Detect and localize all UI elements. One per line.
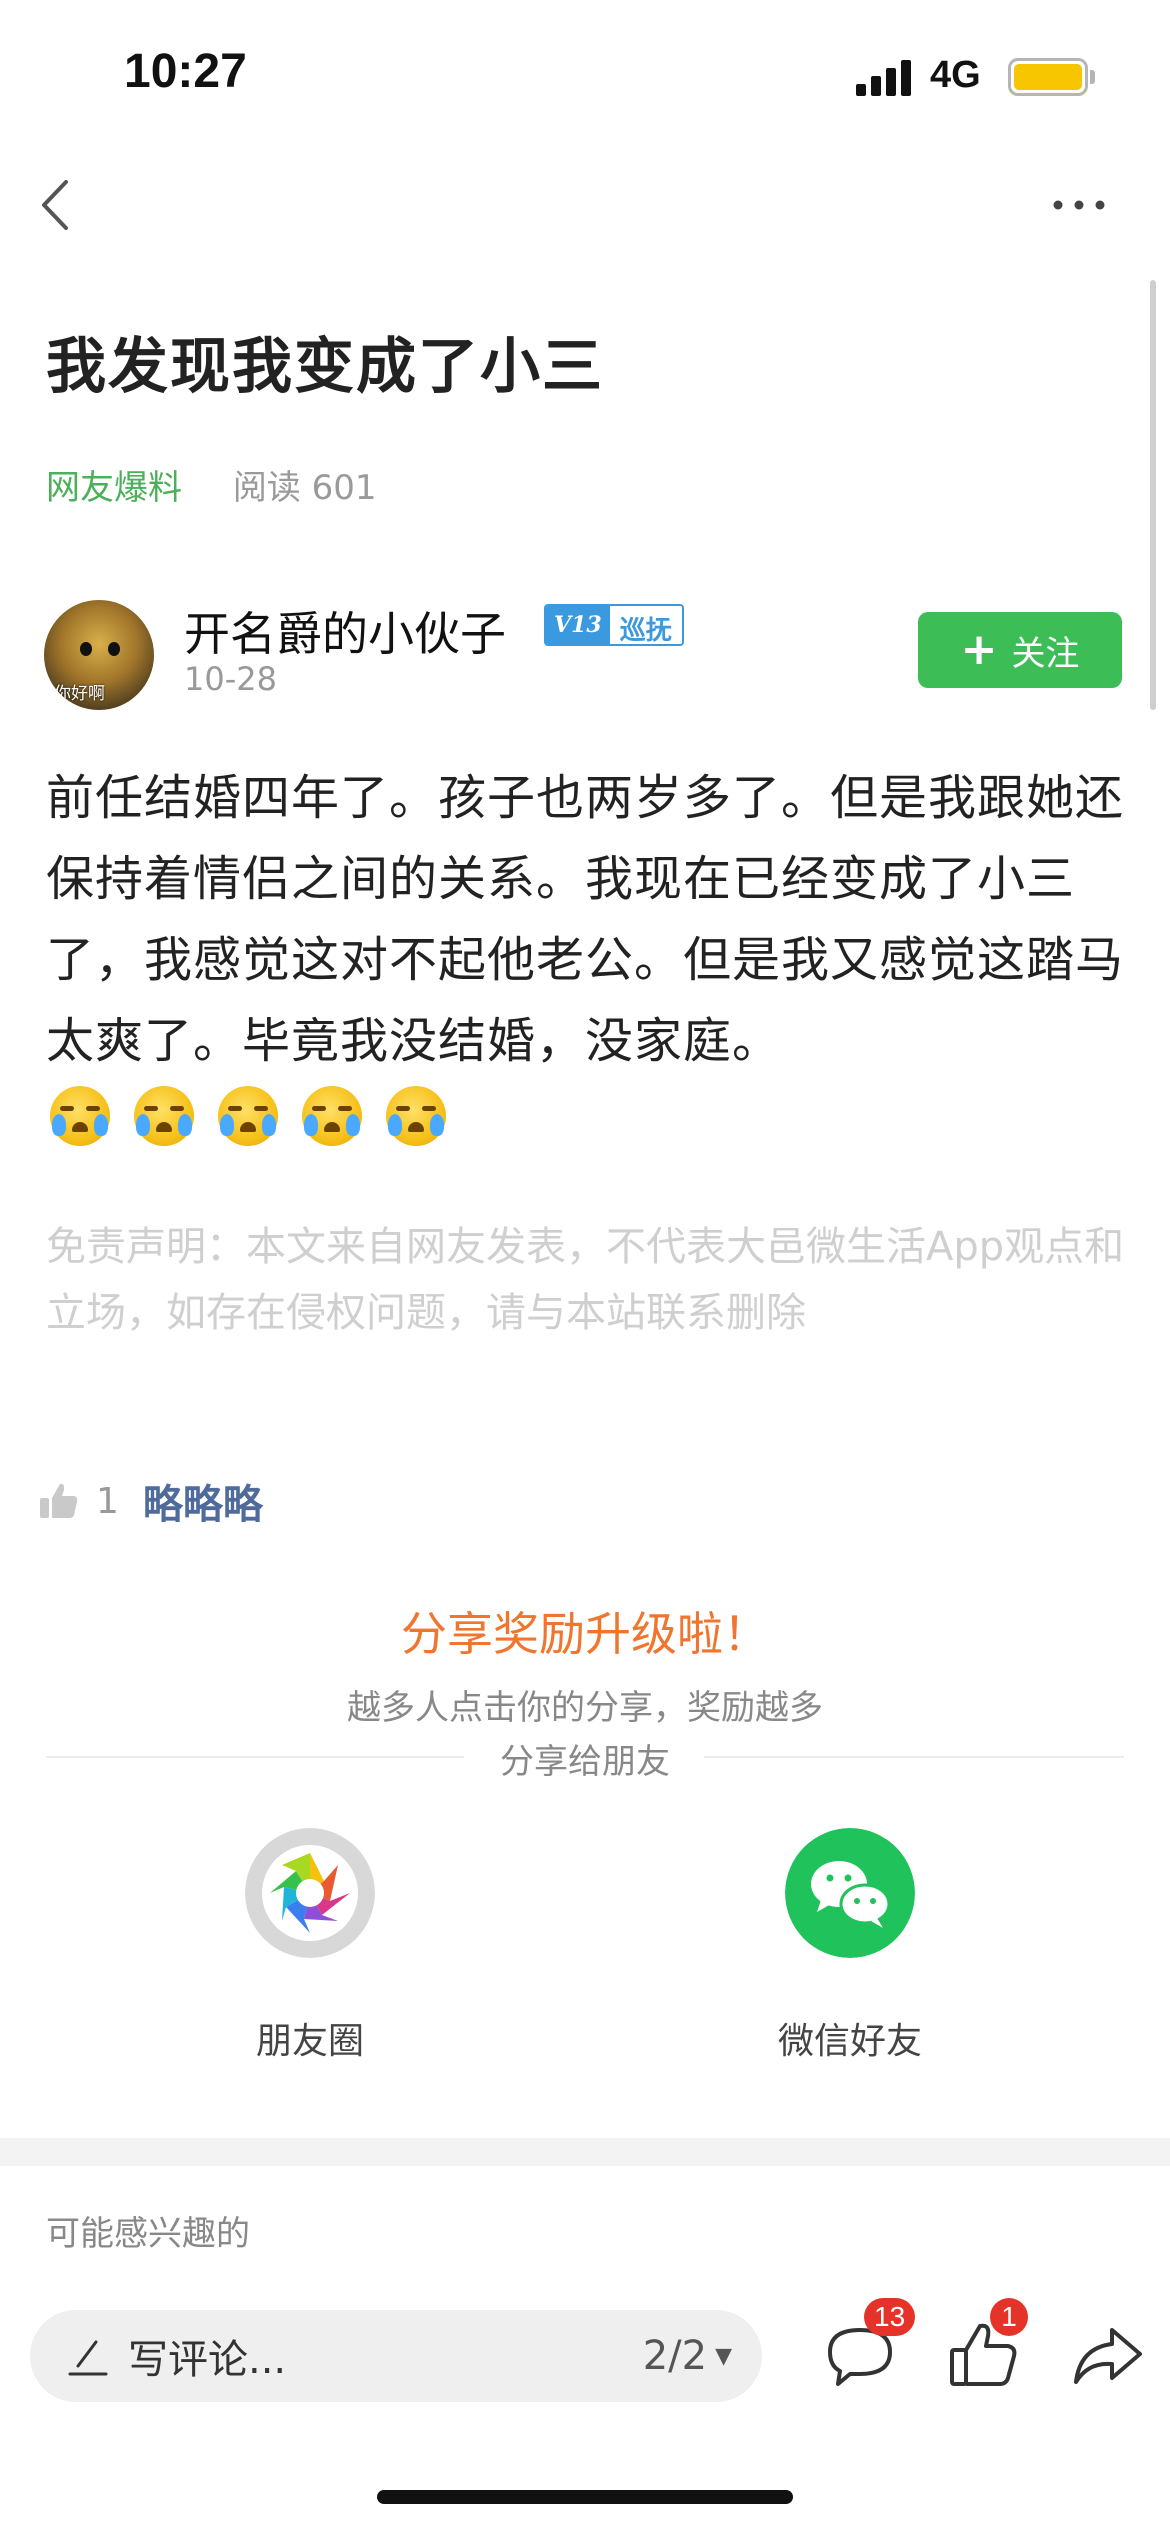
share-wechat-button[interactable]: 微信好友 bbox=[750, 1828, 950, 2064]
emoji-row bbox=[50, 1086, 446, 1146]
crying-laughing-emoji bbox=[386, 1086, 446, 1146]
share-subtitle: 越多人点击你的分享，奖励越多 bbox=[347, 1688, 823, 1728]
network-label: 4G bbox=[930, 54, 981, 96]
level-badge: V13 巡抚 bbox=[544, 604, 684, 646]
more-dots-icon bbox=[1053, 200, 1105, 210]
comment-input[interactable]: 写评论... 2/2 ▼ bbox=[30, 2310, 762, 2402]
comments-count-badge: 13 bbox=[864, 2298, 916, 2336]
chevron-left-icon bbox=[42, 180, 68, 230]
section-separator bbox=[0, 2138, 1170, 2166]
share-moments-button[interactable]: 朋友圈 bbox=[210, 1828, 410, 2064]
avatar[interactable]: 你好啊 bbox=[44, 600, 154, 710]
share-to-friends-label: 分享给朋友 bbox=[500, 1742, 670, 1782]
page-indicator[interactable]: 2/2 bbox=[643, 2333, 707, 2379]
related-section-title: 可能感兴趣的 bbox=[46, 2214, 250, 2254]
likes-count-badge: 1 bbox=[990, 2298, 1028, 2336]
signal-icon bbox=[856, 60, 914, 96]
crying-laughing-emoji bbox=[134, 1086, 194, 1146]
scrollbar[interactable] bbox=[1150, 280, 1156, 710]
level-badge-title: 巡抚 bbox=[609, 606, 682, 644]
like-count: 1 bbox=[96, 1480, 119, 1522]
author-name[interactable]: 开名爵的小伙子 bbox=[184, 598, 506, 664]
article-meta: 网友爆料 阅读 601 bbox=[46, 460, 377, 509]
disclaimer: 免责声明：本文来自网友发表，不代表大邑微生活App观点和立场，如存在侵权问题，请… bbox=[46, 1224, 1125, 1336]
share-arrow-icon bbox=[1074, 2328, 1142, 2384]
avatar-eye bbox=[108, 642, 120, 656]
article-body: 前任结婚四年了。孩子也两岁多了。但是我跟她还保持着情侣之间的关系。我现在已经变成… bbox=[46, 770, 1125, 1069]
read-count: 阅读 601 bbox=[232, 468, 377, 508]
share-wechat-label: 微信好友 bbox=[777, 2021, 922, 2062]
home-indicator[interactable] bbox=[377, 2490, 793, 2504]
share-button[interactable] bbox=[1068, 2316, 1148, 2396]
article-title: 我发现我变成了小三 bbox=[46, 332, 604, 402]
level-badge-level: V13 bbox=[546, 606, 610, 644]
avatar-caption: 你好啊 bbox=[54, 684, 105, 704]
follow-label: 关注 bbox=[1011, 633, 1080, 674]
moments-icon bbox=[245, 1828, 375, 1958]
share-moments-label: 朋友圈 bbox=[255, 2021, 364, 2062]
chevron-down-icon: ▼ bbox=[715, 2343, 732, 2369]
back-button[interactable] bbox=[30, 170, 90, 240]
thumbs-up-icon bbox=[40, 1483, 78, 1518]
crying-laughing-emoji bbox=[302, 1086, 362, 1146]
post-date: 10-28 bbox=[184, 660, 277, 698]
follow-button[interactable]: + 关注 bbox=[918, 612, 1122, 688]
category-link[interactable]: 网友爆料 bbox=[46, 468, 182, 508]
crying-laughing-emoji bbox=[218, 1086, 278, 1146]
more-button[interactable] bbox=[1044, 180, 1114, 230]
avatar-eye bbox=[80, 642, 92, 656]
wechat-icon bbox=[785, 1828, 915, 1958]
crying-laughing-emoji bbox=[50, 1086, 110, 1146]
battery-icon bbox=[1008, 58, 1088, 96]
liker-names[interactable]: 略略略 bbox=[143, 1472, 263, 1530]
plus-icon: + bbox=[960, 624, 998, 675]
pen-icon bbox=[68, 2340, 108, 2376]
battery-tip bbox=[1090, 70, 1095, 84]
like-summary: 1 略略略 bbox=[38, 1472, 263, 1530]
status-time: 10:27 bbox=[124, 45, 247, 98]
comment-placeholder: 写评论... bbox=[128, 2337, 287, 2383]
share-title: 分享奖励升级啦！ bbox=[401, 1607, 769, 1661]
